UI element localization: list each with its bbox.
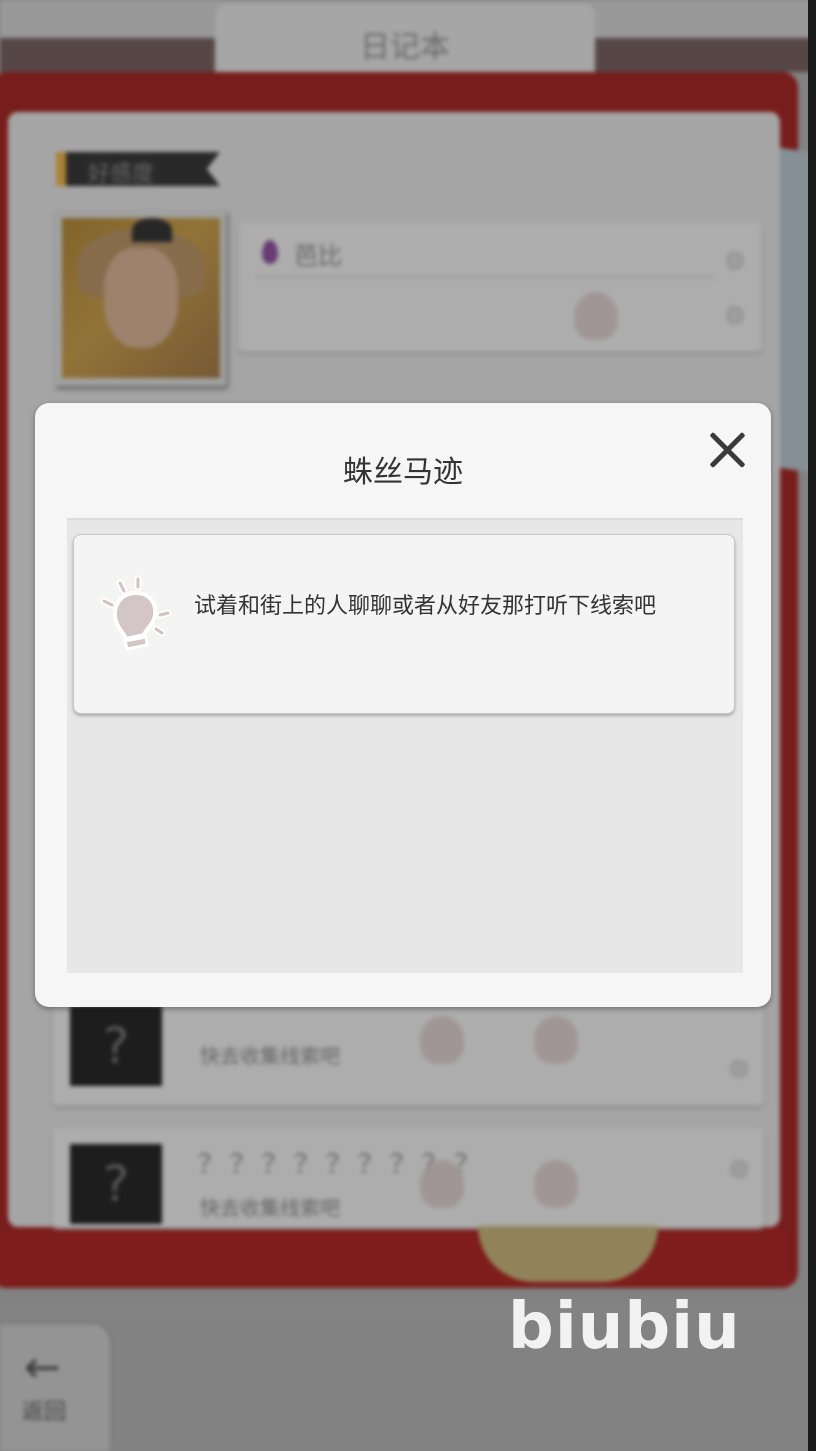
hint-card: 试着和街上的人聊聊或者从好友那打听下线索吧: [73, 534, 735, 714]
watermark-logo: biubiu: [508, 1290, 741, 1364]
clue-dialog: 蛛丝马迹 试着和街上的人聊聊或者从好友那打听下线索吧: [35, 403, 771, 1007]
close-icon[interactable]: [703, 425, 753, 475]
dialog-title: 蛛丝马迹: [343, 455, 463, 490]
lightbulb-icon: [100, 575, 172, 651]
game-screen: 日记本 好感度 芭比 ♡ ♡ ♡ ♡ ♡ ♡ ? 快去收集线索吧 ? ？？？？？…: [0, 0, 816, 1451]
hint-text: 试着和街上的人聊聊或者从好友那打听下线索吧: [194, 594, 657, 619]
dialog-body: 试着和街上的人聊聊或者从好友那打听下线索吧: [67, 518, 743, 973]
